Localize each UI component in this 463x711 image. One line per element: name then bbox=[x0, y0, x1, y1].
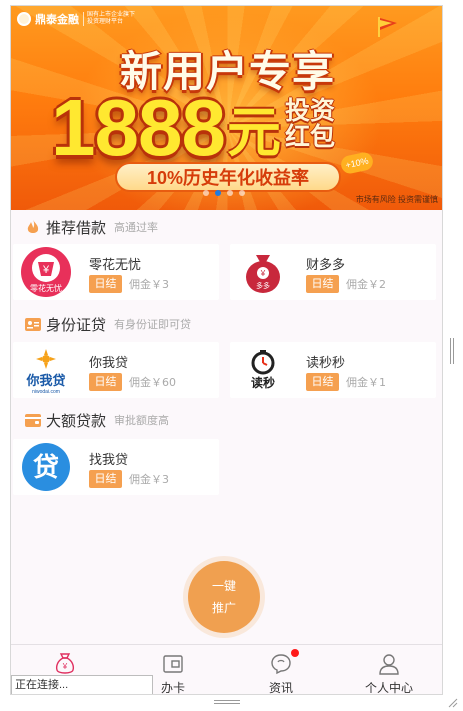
side-resize-grip[interactable] bbox=[450, 338, 456, 364]
commission-text: 佣金￥3 bbox=[129, 473, 169, 486]
svg-text:¥: ¥ bbox=[260, 269, 266, 278]
id-card-icon bbox=[25, 316, 41, 332]
card-name: 你我贷 bbox=[89, 356, 129, 371]
banner-rate-pill: 10%历史年化收益率 bbox=[115, 162, 341, 192]
brand-tagline-1: 国有上市企业旗下 bbox=[87, 12, 136, 18]
banner-bonus-line-2: 红包 bbox=[284, 123, 335, 151]
dumiaomiao-logo-text: 读秒 bbox=[251, 375, 275, 390]
nav-label: 资讯 bbox=[268, 681, 293, 695]
linghua-logo: ¥ 零花无忧 bbox=[21, 247, 71, 297]
notification-dot bbox=[291, 649, 299, 657]
banner-amount-row: 1888 元 投资 红包 bbox=[51, 88, 335, 168]
section-header-large-loan: 大额贷款 审批额度高 bbox=[25, 410, 169, 430]
flag-icon bbox=[378, 17, 397, 37]
linghua-logo-text: 零花无忧 bbox=[30, 283, 62, 293]
promote-button[interactable]: 一键 推广 bbox=[188, 561, 260, 633]
section-title: 推荐借款 bbox=[46, 218, 107, 237]
commission-text: 佣金￥3 bbox=[129, 278, 169, 291]
commission-text: 佣金￥60 bbox=[129, 376, 176, 389]
carousel-dots bbox=[203, 190, 245, 196]
section-subtitle: 审批额度高 bbox=[114, 414, 170, 427]
promote-button-line-2: 推广 bbox=[211, 601, 236, 615]
user-icon bbox=[377, 652, 401, 676]
carousel-dot-active[interactable] bbox=[215, 190, 221, 196]
banner-bonus: 投资 红包 bbox=[285, 98, 335, 150]
section-title: 身份证贷 bbox=[46, 315, 107, 334]
section-subtitle: 有身份证即可贷 bbox=[114, 318, 192, 331]
commission-text: 佣金￥2 bbox=[346, 278, 386, 291]
banner-bonus-line-1: 投资 bbox=[284, 97, 335, 125]
banner-currency: 元 bbox=[226, 103, 281, 163]
daily-settle-badge: 日结 bbox=[306, 373, 339, 391]
svg-text:¥: ¥ bbox=[42, 264, 50, 276]
bottom-resize-grip[interactable] bbox=[214, 700, 240, 706]
carousel-dot[interactable] bbox=[239, 190, 245, 196]
loan-card-linghua[interactable]: ¥ 零花无忧 零花无忧 日结 佣金￥3 bbox=[13, 244, 219, 300]
brand-name: 鼎泰金融 bbox=[35, 14, 79, 26]
commission-text: 佣金￥1 bbox=[346, 376, 386, 389]
nav-label: 个人中心 bbox=[364, 681, 413, 695]
brand-row: 鼎泰金融 国有上市企业旗下 投资理财平台 bbox=[17, 11, 135, 27]
zhaowodai-logo-text: 贷 bbox=[33, 452, 59, 483]
loan-card-niwodai[interactable]: 你我贷 niwodai.com 你我贷 日结 佣金￥60 bbox=[13, 342, 219, 398]
brand-tagline-2: 投资理财平台 bbox=[87, 19, 124, 25]
nav-item-news[interactable]: 资讯 bbox=[227, 645, 335, 695]
card-name: 找我贷 bbox=[89, 453, 129, 468]
niwodai-logo-domain: niwodai.com bbox=[32, 389, 60, 395]
daily-settle-badge: 日结 bbox=[89, 373, 122, 391]
niwodai-logo: 你我贷 niwodai.com bbox=[21, 345, 71, 395]
promote-button-line-1: 一键 bbox=[211, 579, 236, 593]
card-name: 零花无忧 bbox=[89, 258, 142, 273]
brand-tagline: 国有上市企业旗下 投资理财平台 bbox=[83, 12, 135, 26]
daily-settle-badge: 日结 bbox=[306, 275, 339, 293]
flame-icon bbox=[25, 219, 41, 235]
wallet-icon bbox=[25, 412, 41, 428]
brand-logo-icon bbox=[17, 12, 31, 26]
money-bag-icon: ¥ bbox=[53, 652, 77, 676]
carousel-dot[interactable] bbox=[227, 190, 233, 196]
loan-card-dumiaomiao[interactable]: 读秒 读秒秒 日结 佣金￥1 bbox=[230, 342, 436, 398]
zhaowodai-logo: 贷 bbox=[21, 442, 71, 492]
banner-risk-notice: 市场有风险 投资需谨慎 bbox=[355, 195, 438, 204]
niwodai-logo-text: 你我贷 bbox=[25, 373, 65, 389]
card-name: 读秒秒 bbox=[306, 356, 346, 371]
section-header-id-loan: 身份证贷 有身份证即可贷 bbox=[25, 314, 191, 334]
caiduoduo-logo: ¥ 多多 bbox=[238, 247, 288, 297]
section-subtitle: 高通过率 bbox=[114, 221, 159, 234]
nav-item-profile[interactable]: 个人中心 bbox=[335, 645, 442, 695]
section-header-recommended: 推荐借款 高通过率 bbox=[25, 217, 158, 237]
loan-card-caiduoduo[interactable]: ¥ 多多 财多多 日结 佣金￥2 bbox=[230, 244, 436, 300]
banner-amount: 1888 bbox=[51, 83, 226, 172]
section-title: 大额贷款 bbox=[46, 411, 107, 430]
nav-label: 办卡 bbox=[160, 681, 185, 695]
daily-settle-badge: 日结 bbox=[89, 470, 122, 488]
loan-card-zhaowodai[interactable]: 贷 找我贷 日结 佣金￥3 bbox=[13, 439, 219, 495]
svg-text:¥: ¥ bbox=[62, 662, 68, 671]
card-name: 财多多 bbox=[306, 258, 346, 273]
dumiaomiao-logo: 读秒 bbox=[238, 345, 288, 395]
chat-bubble-icon bbox=[269, 649, 299, 676]
app-frame: 鼎泰金融 国有上市企业旗下 投资理财平台 新用户专享 1888 元 投资 红包 … bbox=[10, 5, 443, 695]
promo-banner[interactable]: 鼎泰金融 国有上市企业旗下 投资理财平台 新用户专享 1888 元 投资 红包 … bbox=[11, 6, 442, 210]
corner-resize-grip-icon[interactable] bbox=[446, 696, 458, 708]
carousel-dot[interactable] bbox=[203, 190, 209, 196]
card-icon bbox=[161, 652, 185, 676]
caiduoduo-logo-text: 多多 bbox=[256, 281, 270, 290]
daily-settle-badge: 日结 bbox=[89, 275, 122, 293]
connection-status: 正在连接... bbox=[11, 675, 153, 694]
